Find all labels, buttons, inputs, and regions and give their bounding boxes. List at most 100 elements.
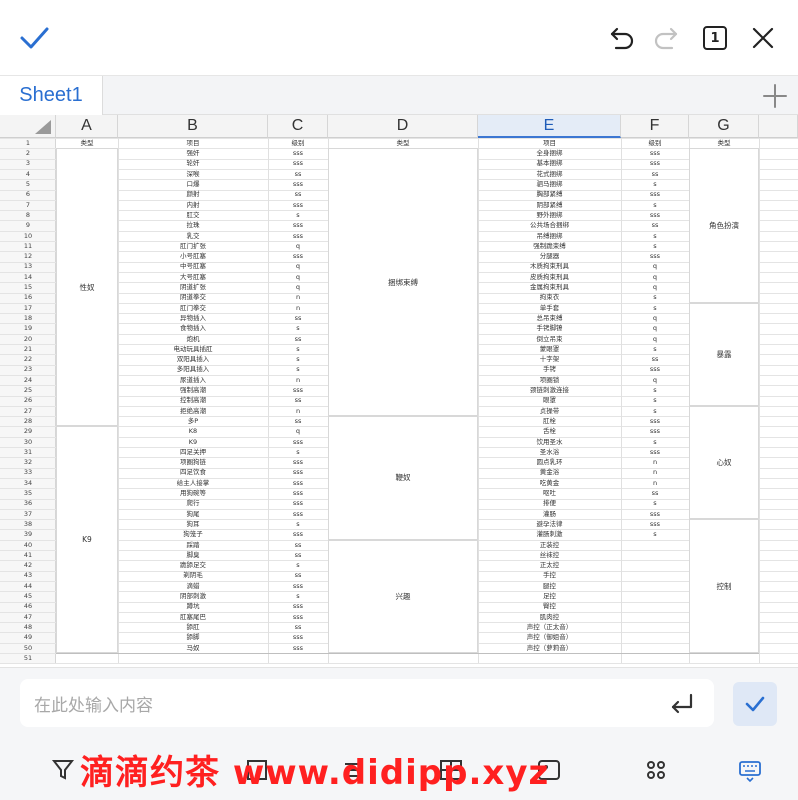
cell-b35[interactable]: 用狗碗等 [118, 488, 268, 498]
cell-c46[interactable]: sss [268, 602, 328, 612]
row-number[interactable]: 46 [0, 602, 56, 612]
column-header-a[interactable]: A [56, 115, 118, 138]
cell-f29[interactable]: sss [621, 426, 689, 436]
row-number[interactable]: 48 [0, 622, 56, 632]
cell-c13[interactable]: q [268, 262, 328, 272]
cell-f12[interactable]: sss [621, 251, 689, 261]
cell-c26[interactable]: ss [268, 396, 328, 406]
row-number[interactable]: 32 [0, 457, 56, 467]
cell-f47[interactable] [621, 612, 689, 622]
cell-e35[interactable]: 呕吐 [478, 488, 621, 498]
cell-f39[interactable]: s [621, 529, 689, 539]
cell-e43[interactable]: 手控 [478, 571, 621, 581]
cell-f24[interactable]: q [621, 375, 689, 385]
row-number[interactable]: 39 [0, 529, 56, 539]
cell-e23[interactable]: 手铐 [478, 365, 621, 375]
cell-f10[interactable]: s [621, 231, 689, 241]
cell-b25[interactable]: 强制高潮 [118, 385, 268, 395]
cell-f46[interactable] [621, 602, 689, 612]
cell-b43[interactable]: 剃阴毛 [118, 571, 268, 581]
cell-e48[interactable]: 声控（正太音） [478, 622, 621, 632]
row-number[interactable]: 29 [0, 426, 56, 436]
cell-e42[interactable]: 正太控 [478, 560, 621, 570]
cell-f15[interactable]: q [621, 282, 689, 292]
cell-b14[interactable]: 大号肛塞 [118, 272, 268, 282]
cell-e14[interactable]: 皮质拘束刑具 [478, 272, 621, 282]
cell-e36[interactable]: 排便 [478, 499, 621, 509]
cell-c49[interactable]: sss [268, 632, 328, 642]
cell-f41[interactable] [621, 550, 689, 560]
row-number[interactable]: 15 [0, 282, 56, 292]
cell-c36[interactable]: sss [268, 499, 328, 509]
cell-c43[interactable]: ss [268, 571, 328, 581]
column-header-g[interactable]: G [689, 115, 759, 138]
cell-e30[interactable]: 饮用圣水 [478, 437, 621, 447]
cell-b38[interactable]: 狗耳 [118, 519, 268, 529]
cell-c16[interactable]: n [268, 293, 328, 303]
row-number[interactable]: 10 [0, 231, 56, 241]
cell-e38[interactable]: 避孕法律 [478, 519, 621, 529]
row-number[interactable]: 42 [0, 560, 56, 570]
row-number[interactable]: 5 [0, 179, 56, 189]
column-header-e[interactable]: E [478, 115, 621, 138]
cell-f17[interactable]: s [621, 303, 689, 313]
row-number[interactable]: 23 [0, 365, 56, 375]
row-number[interactable]: 47 [0, 612, 56, 622]
row-number[interactable]: 4 [0, 169, 56, 179]
row-number[interactable]: 19 [0, 323, 56, 333]
cell-c29[interactable]: q [268, 426, 328, 436]
cell-e5[interactable]: 驷马捆绑 [478, 179, 621, 189]
cell-b8[interactable]: 肛交 [118, 210, 268, 220]
cell-b22[interactable]: 双阳具插入 [118, 354, 268, 364]
cell-e44[interactable]: 腿控 [478, 581, 621, 591]
cell-f42[interactable] [621, 560, 689, 570]
cell-b18[interactable]: 异物插入 [118, 313, 268, 323]
close-icon[interactable] [745, 20, 781, 56]
merged-cell-d28-d39[interactable]: 鞭奴 [328, 416, 478, 540]
cell-c25[interactable]: sss [268, 385, 328, 395]
cell-b21[interactable]: 电动玩具插肛 [118, 344, 268, 354]
spreadsheet-grid[interactable]: A B C D E F G 1 项目 级别 项目 级别 2 强奸 sss 全身捆绑 sss 3 轮奸 sss 基本捆绑 s… [0, 115, 798, 667]
cell-e8[interactable]: 野外捆绑 [478, 210, 621, 220]
cell-e24[interactable]: 项圈锁 [478, 375, 621, 385]
cell-b47[interactable]: 肛塞尾巴 [118, 612, 268, 622]
cell-c15[interactable]: q [268, 282, 328, 292]
cell-f26[interactable]: s [621, 396, 689, 406]
row-number[interactable]: 9 [0, 220, 56, 230]
cell-f44[interactable] [621, 581, 689, 591]
cell-b12[interactable]: 小号肛塞 [118, 251, 268, 261]
cell-f20[interactable]: q [621, 334, 689, 344]
cell-b20[interactable]: 炮机 [118, 334, 268, 344]
merged-cell-g38-g50[interactable]: 控制 [689, 519, 759, 653]
column-header-d[interactable]: D [328, 115, 478, 138]
cell-f51[interactable] [621, 653, 689, 663]
cell-f38[interactable]: sss [621, 519, 689, 529]
cell-c22[interactable]: s [268, 354, 328, 364]
row-number[interactable]: 34 [0, 478, 56, 488]
cell-f34[interactable]: n [621, 478, 689, 488]
cell-input-field[interactable]: 在此处输入内容 [20, 679, 714, 727]
row-number[interactable]: 18 [0, 313, 56, 323]
cell-e40[interactable]: 正装控 [478, 540, 621, 550]
row-number[interactable]: 22 [0, 354, 56, 364]
cell-c8[interactable]: s [268, 210, 328, 220]
cell-f30[interactable]: s [621, 437, 689, 447]
cell-f4[interactable]: ss [621, 169, 689, 179]
cell-b19[interactable]: 食物插入 [118, 323, 268, 333]
cell-b40[interactable]: 踩踏 [118, 540, 268, 550]
row-number[interactable]: 43 [0, 571, 56, 581]
cell-b27[interactable]: 拒绝高潮 [118, 406, 268, 416]
cell-e19[interactable]: 手铐脚镣 [478, 323, 621, 333]
cell-e39[interactable]: 灌肠刺激 [478, 529, 621, 539]
cell-c3[interactable]: sss [268, 159, 328, 169]
cell-b46[interactable]: 蹲坑 [118, 602, 268, 612]
cell-e25[interactable]: 颈链刺激连接 [478, 385, 621, 395]
cell-b11[interactable]: 肛门扩张 [118, 241, 268, 251]
row-number[interactable]: 2 [0, 148, 56, 158]
cell-e26[interactable]: 眼罩 [478, 396, 621, 406]
cell-e12[interactable]: 分腿器 [478, 251, 621, 261]
cell-c14[interactable]: q [268, 272, 328, 282]
cell-f5[interactable]: s [621, 179, 689, 189]
cell-f6[interactable]: sss [621, 190, 689, 200]
cell-b24[interactable]: 尿道插入 [118, 375, 268, 385]
